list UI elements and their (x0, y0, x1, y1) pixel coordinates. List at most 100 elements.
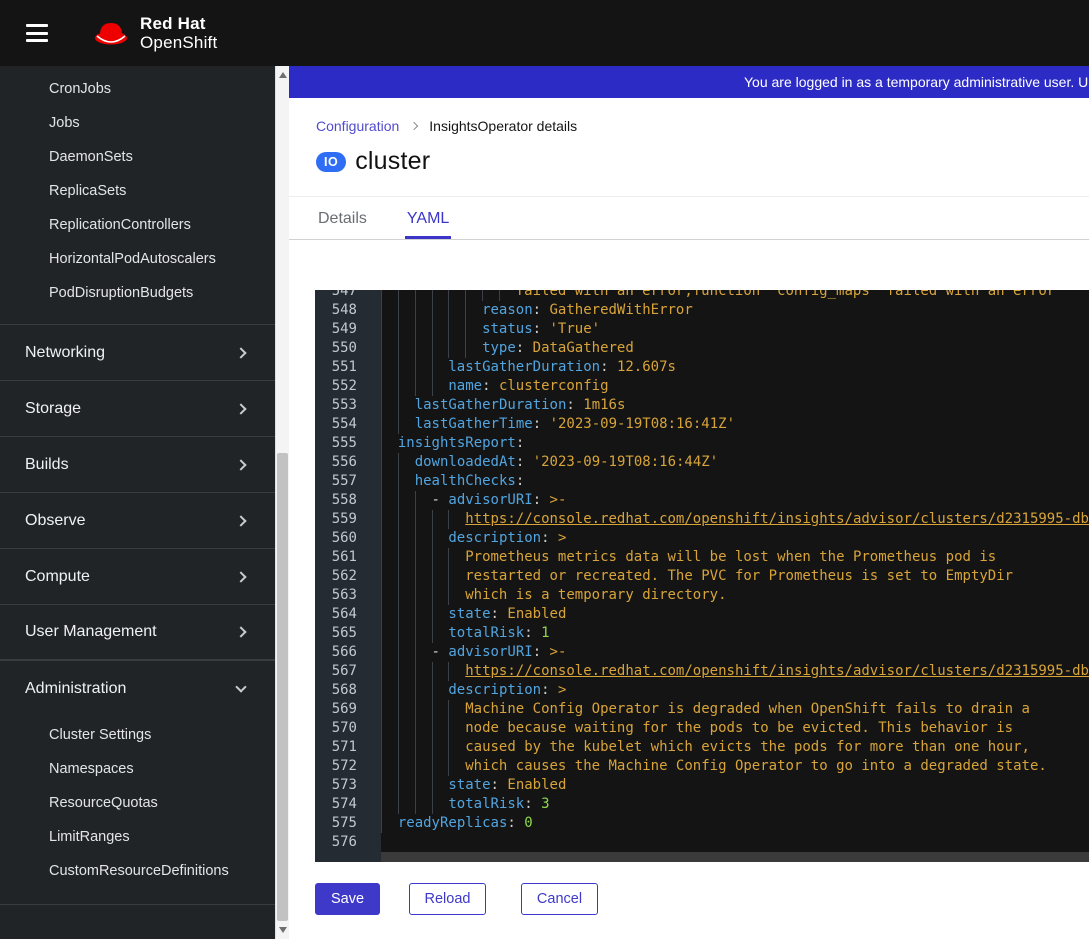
breadcrumb-current: InsightsOperator details (429, 118, 577, 134)
yaml-token: '2023-09-19T08:16:41Z' (550, 416, 735, 432)
yaml-token: caused by the kubelet which evicts the p… (465, 739, 1030, 755)
yaml-token: readyReplicas (398, 815, 508, 831)
indent-guide (398, 662, 415, 681)
editor-line: 564state: Enabled (315, 605, 1089, 624)
indent-guide (499, 290, 516, 301)
editor-line: 576 (315, 833, 1089, 852)
sidebar-section-user-management[interactable]: User Management (0, 604, 289, 660)
scroll-down-arrow-icon[interactable] (276, 923, 290, 937)
yaml-editor[interactable]: 547failed with an error,function "config… (315, 290, 1089, 862)
editor-line: 557healthChecks: (315, 472, 1089, 491)
yaml-token: : (524, 625, 541, 641)
chevron-right-icon (235, 459, 246, 470)
hamburger-menu-icon[interactable] (26, 24, 48, 42)
scrollbar-thumb[interactable] (277, 453, 288, 921)
indent-guide (415, 358, 432, 377)
sidebar-item-limitranges[interactable]: LimitRanges (0, 820, 289, 854)
yaml-token: failed with an error,function "config_ma… (516, 290, 1055, 299)
sidebar-item-cronjobs[interactable]: CronJobs (0, 72, 289, 106)
indent-guide (432, 290, 449, 301)
scroll-up-arrow-icon[interactable] (276, 68, 290, 82)
indent-guide (415, 320, 432, 339)
line-content: which causes the Machine Config Operator… (381, 757, 1089, 776)
indent-guide (432, 586, 449, 605)
indent-guide (432, 301, 449, 320)
reload-button[interactable]: Reload (409, 883, 487, 915)
indent-guide (381, 290, 398, 301)
yaml-token: : (533, 321, 550, 337)
sidebar-item-replicationcontrollers[interactable]: ReplicationControllers (0, 208, 289, 242)
chevron-right-icon (235, 403, 246, 414)
chevron-right-icon (235, 571, 246, 582)
sidebar-item-poddisruptionbudgets[interactable]: PodDisruptionBudgets (0, 276, 289, 310)
line-number: 562 (315, 567, 381, 586)
indent-guide (398, 472, 415, 491)
administration-subnav: Cluster SettingsNamespacesResourceQuotas… (0, 716, 289, 905)
breadcrumb-link-configuration[interactable]: Configuration (316, 118, 399, 134)
save-button[interactable]: Save (315, 883, 380, 915)
indent-guide (432, 358, 449, 377)
yaml-token: 3 (541, 796, 549, 812)
indent-guide (415, 586, 432, 605)
indent-guide (432, 529, 449, 548)
cancel-button[interactable]: Cancel (521, 883, 598, 915)
editor-lines: 547failed with an error,function "config… (315, 290, 1089, 852)
indent-guide (381, 700, 398, 719)
yaml-token: 12.607s (617, 359, 676, 375)
line-number: 573 (315, 776, 381, 795)
indent-guide (432, 795, 449, 814)
indent-guide (448, 700, 465, 719)
indent-guide (415, 662, 432, 681)
yaml-link[interactable]: https://console.redhat.com/openshift/ins… (465, 663, 1089, 679)
indent-guide (432, 700, 449, 719)
sidebar-item-cluster-settings[interactable]: Cluster Settings (0, 718, 289, 752)
line-number: 575 (315, 814, 381, 833)
yaml-token: type (482, 340, 516, 356)
yaml-token: : (491, 606, 508, 622)
yaml-token: : (541, 530, 558, 546)
indent-guide (448, 301, 465, 320)
sidebar-section-storage[interactable]: Storage (0, 380, 289, 436)
sidebar-section-administration[interactable]: Administration (0, 660, 289, 716)
yaml-token: '2023-09-19T08:16:44Z' (533, 454, 718, 470)
sidebar-scrollbar[interactable] (275, 66, 289, 939)
editor-line: 569Machine Config Operator is degraded w… (315, 700, 1089, 719)
yaml-link[interactable]: https://console.redhat.com/openshift/ins… (465, 511, 1089, 527)
yaml-token: lastGatherDuration (448, 359, 600, 375)
sidebar-item-jobs[interactable]: Jobs (0, 106, 289, 140)
indent-guide (398, 453, 415, 472)
editor-line: 562restarted or recreated. The PVC for P… (315, 567, 1089, 586)
sidebar-item-daemonsets[interactable]: DaemonSets (0, 140, 289, 174)
tab-details[interactable]: Details (316, 197, 369, 239)
sidebar-item-customresourcedefinitions[interactable]: CustomResourceDefinitions (0, 854, 289, 888)
indent-guide (381, 358, 398, 377)
sidebar-item-replicasets[interactable]: ReplicaSets (0, 174, 289, 208)
line-content: - advisorURI: >- (381, 643, 1089, 662)
indent-guide (398, 776, 415, 795)
editor-line: 565totalRisk: 1 (315, 624, 1089, 643)
editor-line: 567https://console.redhat.com/openshift/… (315, 662, 1089, 681)
line-number: 563 (315, 586, 381, 605)
yaml-token: description (448, 530, 541, 546)
line-content: lastGatherDuration: 12.607s (381, 358, 1089, 377)
sidebar-section-compute[interactable]: Compute (0, 548, 289, 604)
indent-guide (448, 757, 465, 776)
line-content: failed with an error,function "config_ma… (381, 290, 1089, 301)
sidebar-section-observe[interactable]: Observe (0, 492, 289, 548)
indent-guide (415, 290, 432, 301)
sidebar-section-builds[interactable]: Builds (0, 436, 289, 492)
tab-yaml[interactable]: YAML (405, 197, 451, 239)
sidebar-item-resourcequotas[interactable]: ResourceQuotas (0, 786, 289, 820)
sidebar-section-networking[interactable]: Networking (0, 324, 289, 380)
sidebar-section-label: Observe (25, 512, 85, 530)
main-content: You are logged in as a temporary adminis… (289, 66, 1089, 939)
editor-line: 549status: 'True' (315, 320, 1089, 339)
yaml-token: : (533, 302, 550, 318)
indent-guide (381, 396, 398, 415)
yaml-token: : (491, 777, 508, 793)
indent-guide (381, 719, 398, 738)
sidebar-item-horizontalpodautoscalers[interactable]: HorizontalPodAutoscalers (0, 242, 289, 276)
editor-line: 561Prometheus metrics data will be lost … (315, 548, 1089, 567)
sidebar-item-namespaces[interactable]: Namespaces (0, 752, 289, 786)
editor-horizontal-scrollbar[interactable] (381, 852, 1089, 862)
